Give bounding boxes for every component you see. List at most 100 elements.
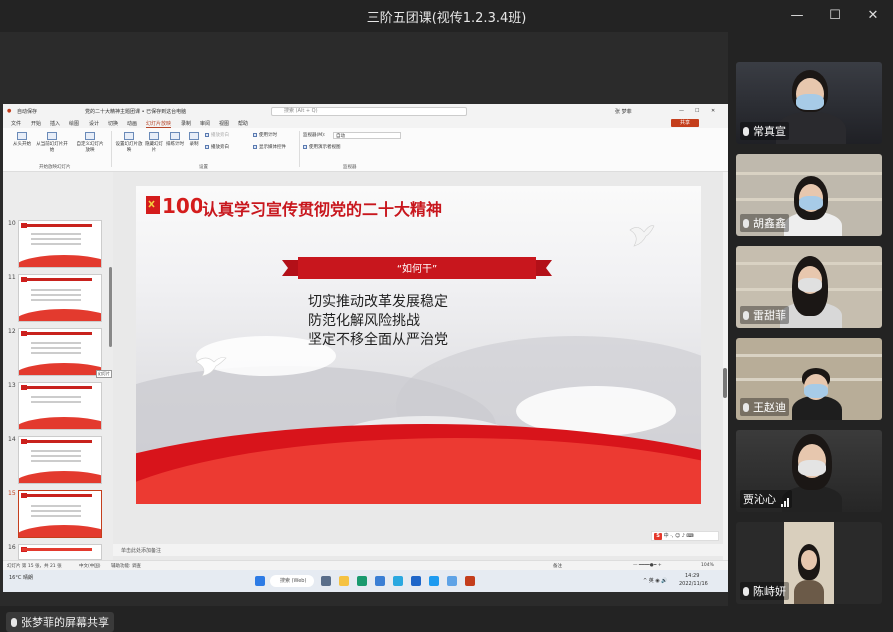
accessibility-status[interactable]: 辅助功能: 调查	[111, 563, 141, 569]
current-slide[interactable]: 100 认真学习宣传贯彻党的二十大精神 “如何干” 切实推动改革发展稳定 防范化…	[136, 186, 701, 504]
ppt-menu-bar: 文件 开始 插入 绘图 设计 切换 动画 幻灯片放映 录制 审阅 视图 帮助 共…	[3, 118, 728, 128]
menu-transitions[interactable]: 切换	[108, 120, 118, 127]
share-button[interactable]: 共享	[671, 119, 699, 127]
store-icon[interactable]	[375, 576, 385, 586]
user-name[interactable]: 张 梦菲	[615, 108, 632, 115]
ime-toolbar[interactable]: S 中 ·, ☺ ♪ ⌨	[651, 531, 719, 541]
maximize-button[interactable]: ☐	[825, 6, 845, 26]
slide-thumbnail[interactable]	[18, 220, 102, 268]
menu-slideshow[interactable]: 幻灯片放映	[146, 120, 172, 128]
menu-view[interactable]: 视图	[219, 120, 229, 127]
mic-muted-icon	[743, 403, 749, 412]
menu-design[interactable]: 设计	[89, 120, 99, 127]
weather-widget[interactable]: 16°C 晴朗	[9, 574, 33, 581]
hide-slide-button[interactable]: 隐藏幻灯片	[143, 132, 165, 153]
participant-tile[interactable]: 贾沁心	[736, 430, 882, 512]
chk-media-controls[interactable]: 显示媒体控件	[253, 144, 286, 150]
task-view-icon[interactable]	[321, 576, 331, 586]
hide-slide-icon	[149, 132, 159, 140]
slide-thumbnail[interactable]	[18, 544, 102, 560]
chk-timing[interactable]: 使用计时	[253, 132, 277, 138]
participant-name: 王赵迪	[740, 398, 789, 416]
custom-show-icon	[85, 132, 95, 140]
menu-file[interactable]: 文件	[11, 120, 21, 127]
thumb-number: 15	[8, 490, 16, 497]
ribbon-separator	[111, 131, 112, 167]
menu-insert[interactable]: 插入	[50, 120, 60, 127]
menu-draw[interactable]: 绘图	[69, 120, 79, 127]
participant-tile[interactable]: 雷甜菲	[736, 246, 882, 328]
screen-share-indicator[interactable]: 张梦菲的屏幕共享	[6, 612, 114, 632]
window-title: 三阶五团课(视传1.2.3.4班)	[366, 11, 527, 26]
autosave-label[interactable]: 自动保存	[17, 108, 37, 115]
monitor-label: 监视器(M):	[303, 133, 326, 138]
menu-review[interactable]: 审阅	[200, 120, 210, 127]
from-current-button[interactable]: 从当前幻灯片开始	[35, 132, 69, 153]
chk-narration[interactable]: 播放旁白	[205, 144, 229, 150]
bottom-bar: 张梦菲的屏幕共享	[0, 606, 728, 632]
participant-tile[interactable]: 陈峙妍	[736, 522, 882, 604]
notes-pane[interactable]: 单击此处添加备注	[113, 544, 723, 556]
taskbar-date[interactable]: 2022/11/16	[679, 581, 708, 587]
outlook-icon[interactable]	[411, 576, 421, 586]
doc-title: 党的二十大精神主题团课 • 已保存到这台电脑	[85, 109, 187, 115]
ppt-statusbar: 幻灯片 第 15 张，共 21 张 中文(中国) 辅助功能: 调查 备注 — ━…	[3, 560, 728, 570]
participant-tile[interactable]: 常真宣	[736, 62, 882, 144]
zoom-slider[interactable]: — ━━━━●━ +	[633, 563, 662, 568]
bullet-item: 坚定不移全面从严治党	[308, 332, 448, 348]
edge-icon[interactable]	[357, 576, 367, 586]
group-start-label: 开始放映幻灯片	[39, 165, 71, 170]
record-button[interactable]: 录制	[186, 132, 202, 147]
ppt-logo-icon: ●	[7, 108, 12, 114]
slide-thumbnail[interactable]	[18, 328, 102, 376]
ppt-maximize-icon[interactable]: ☐	[695, 108, 699, 114]
mail-icon[interactable]	[447, 576, 457, 586]
menu-help[interactable]: 帮助	[238, 120, 248, 127]
ribbon: 从头开始 从当前幻灯片开始 自定义幻灯片放映 开始放映幻灯片 设置幻灯片放映 隐…	[3, 128, 728, 172]
thumb-number: 10	[8, 220, 16, 227]
ppt-search-input[interactable]: 搜索 (Alt + Q)	[271, 107, 467, 116]
thumbnails-scrollbar[interactable]	[109, 267, 112, 347]
qq-icon[interactable]	[429, 576, 439, 586]
chk-presenter-view[interactable]: 使用演示者视图	[303, 144, 341, 150]
participant-name: 胡鑫鑫	[740, 214, 789, 232]
mic-icon	[11, 618, 17, 627]
chk-narration-disabled[interactable]: 播放旁白	[205, 132, 229, 138]
slide-thumbnail[interactable]	[18, 382, 102, 430]
ppt-close-icon[interactable]: ✕	[711, 108, 715, 114]
rehearse-button[interactable]: 排练计时	[165, 132, 185, 147]
ppt-minimize-icon[interactable]: —	[679, 108, 684, 114]
custom-show-button[interactable]: 自定义幻灯片放映	[75, 132, 105, 153]
mic-muted-icon	[743, 127, 749, 136]
ribbon-separator	[299, 131, 300, 167]
taskbar-time[interactable]: 14:29	[685, 573, 699, 579]
app-icon[interactable]	[393, 576, 403, 586]
participant-name: 贾沁心	[740, 490, 792, 508]
menu-record[interactable]: 录制	[181, 120, 191, 127]
slide-thumbnails-pane: 10 11 12 13 14 15 16	[3, 172, 113, 560]
zoom-level[interactable]: 104%	[701, 563, 714, 568]
slide-thumbnail[interactable]	[18, 274, 102, 322]
explorer-icon[interactable]	[339, 576, 349, 586]
participant-tile[interactable]: 王赵迪	[736, 338, 882, 420]
start-icon[interactable]	[255, 576, 265, 586]
monitor-select[interactable]: 自动	[333, 132, 401, 139]
slide-thumbnail-selected[interactable]	[18, 490, 102, 538]
taskbar-search[interactable]: 搜索 (Web)	[270, 575, 314, 587]
participant-panel: 常真宣 胡鑫鑫 雷甜菲 王赵迪 贾沁心 陈峙妍	[728, 32, 893, 632]
minimize-button[interactable]: —	[787, 6, 807, 26]
bullet-item: 切实推动改革发展稳定	[308, 294, 448, 310]
powerpoint-icon[interactable]	[465, 576, 475, 586]
bullet-item: 防范化解风险挑战	[308, 313, 420, 329]
notes-toggle[interactable]: 备注	[553, 563, 562, 569]
menu-home[interactable]: 开始	[31, 120, 41, 127]
close-button[interactable]: ✕	[863, 6, 883, 26]
tray-icons[interactable]: ^ 英 ◉ 🔊	[643, 577, 668, 584]
from-start-button[interactable]: 从头开始	[9, 132, 35, 147]
menu-animations[interactable]: 动画	[127, 120, 137, 127]
slide-scrollbar[interactable]	[723, 368, 727, 398]
participant-tile[interactable]: 胡鑫鑫	[736, 154, 882, 236]
setup-show-button[interactable]: 设置幻灯片放映	[115, 132, 143, 153]
slide-thumbnail[interactable]	[18, 436, 102, 484]
language-status: 中文(中国)	[79, 564, 101, 569]
